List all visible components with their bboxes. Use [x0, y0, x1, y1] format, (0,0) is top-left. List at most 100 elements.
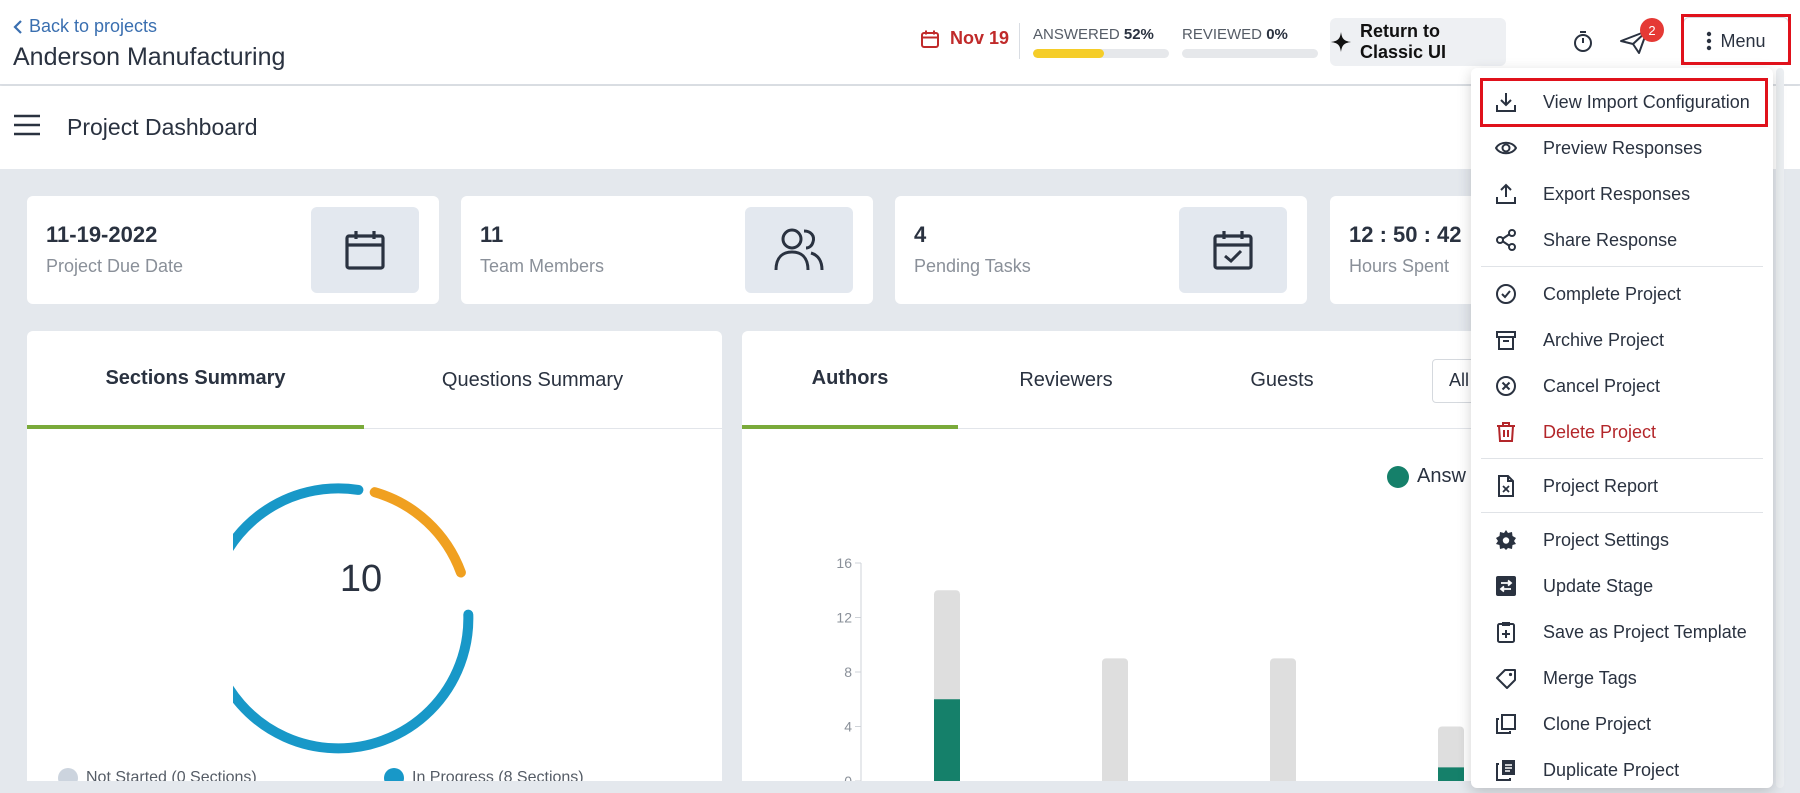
stat-value: 11-19-2022 [46, 222, 158, 247]
menu-item-clone-project[interactable]: Clone Project [1471, 703, 1773, 745]
legend-not-started: Not Started (0 Sections) [58, 768, 257, 781]
legend-label: In Progress (8 Sections) [412, 769, 584, 781]
menu-item-project-settings[interactable]: Project Settings [1471, 519, 1773, 561]
stat-value: 4 [914, 222, 927, 247]
menu-item-label: Save as Project Template [1543, 621, 1747, 642]
menu-item-complete-project[interactable]: Complete Project [1471, 273, 1773, 315]
stat-value: 12 : 50 : 42 [1349, 222, 1462, 247]
menu-button[interactable]: Menu [1683, 17, 1789, 65]
chart-legend-answered: Answ [1387, 465, 1466, 488]
stat-label: Team Members [480, 256, 605, 276]
legend-label: Answ [1417, 465, 1466, 487]
bar-total [1270, 658, 1296, 781]
project-name: Anderson Manufacturing [13, 43, 286, 71]
menu-item-share-response[interactable]: Share Response [1471, 219, 1773, 261]
menu-item-label: Export Responses [1543, 183, 1691, 204]
bar-total [1102, 658, 1128, 781]
due-date-label: Nov 19 [950, 28, 1010, 48]
menu-item-view-import-configuration[interactable]: View Import Configuration [1471, 81, 1773, 123]
menu-item-update-stage[interactable]: Update Stage [1471, 565, 1773, 607]
sparkle-icon [1330, 31, 1352, 53]
due-date-indicator: Nov 19 [920, 28, 1009, 49]
legend-dot [1387, 465, 1409, 488]
author-progress-bar-chart: 16 12 8 4 0 [836, 555, 1464, 781]
y-tick-label: 16 [836, 555, 852, 571]
reviewed-progress: REVIEWED 0% [1182, 26, 1318, 58]
project-actions-menu: View Import Configuration Preview Respon… [1471, 68, 1773, 788]
menu-item-archive-project[interactable]: Archive Project [1471, 319, 1773, 361]
menu-item-label: Merge Tags [1543, 667, 1637, 688]
archive-icon [1495, 329, 1517, 351]
swap-icon [1495, 575, 1517, 597]
legend-dot [384, 768, 404, 781]
stat-card-due-date: 11-19-2022 Project Due Date [27, 196, 439, 304]
stat-card-team-members: 11 Team Members [461, 196, 873, 304]
header-divider [1019, 23, 1020, 59]
menu-label: Menu [1720, 30, 1766, 51]
team-tabs: Authors Reviewers Guests [742, 331, 1502, 429]
clipboard-plus-icon [1495, 621, 1517, 643]
gear-icon [1495, 529, 1517, 551]
tab-guests[interactable]: Guests [1174, 331, 1390, 429]
reviewed-track [1182, 49, 1318, 58]
kebab-icon [1706, 31, 1712, 51]
menu-item-label: Share Response [1543, 229, 1678, 250]
timer-icon[interactable] [1571, 29, 1595, 53]
y-tick-label: 8 [844, 664, 852, 680]
donut-segment-other [369, 487, 466, 578]
menu-item-preview-responses[interactable]: Preview Responses [1471, 127, 1773, 169]
menu-scrollbar[interactable] [1776, 68, 1784, 788]
duplicate-icon [1495, 759, 1517, 781]
tab-authors[interactable]: Authors [742, 331, 958, 429]
menu-item-duplicate-project[interactable]: Duplicate Project [1471, 749, 1773, 791]
stat-value: 11 [480, 222, 504, 247]
answered-fill [1033, 49, 1104, 58]
menu-item-label: Duplicate Project [1543, 759, 1680, 780]
y-tick-label: 4 [844, 719, 852, 735]
check-circle-icon [1495, 283, 1517, 305]
donut-total: 10 [340, 558, 382, 600]
menu-item-delete-project[interactable]: Delete Project [1471, 411, 1773, 453]
menu-item-merge-tags[interactable]: Merge Tags [1471, 657, 1773, 699]
chevron-left-icon [13, 19, 23, 34]
legend-in-progress: In Progress (8 Sections) [384, 768, 584, 781]
stat-label: Project Due Date [46, 256, 184, 276]
summary-tabs: Sections Summary Questions Summary [27, 331, 722, 429]
answered-track [1033, 49, 1169, 58]
bar-answered [934, 699, 960, 781]
tab-reviewers[interactable]: Reviewers [958, 331, 1174, 429]
eye-icon [1495, 137, 1517, 159]
sections-summary-panel: Sections Summary Questions Summary 10 No… [27, 331, 722, 781]
menu-item-label: View Import Configuration [1543, 91, 1750, 112]
tag-icon [1495, 667, 1517, 689]
calendar-check-icon [1211, 228, 1255, 272]
tab-sections-summary[interactable]: Sections Summary [27, 331, 364, 429]
menu-item-label: Archive Project [1543, 329, 1665, 350]
page-title: Project Dashboard [67, 114, 258, 140]
trash-icon [1495, 421, 1517, 443]
menu-item-save-as-project-template[interactable]: Save as Project Template [1471, 611, 1773, 653]
x-circle-icon [1495, 375, 1517, 397]
legend-dot [58, 768, 78, 781]
calendar-icon [920, 29, 940, 49]
menu-item-label: Project Report [1543, 475, 1659, 496]
copy-icon [1495, 713, 1517, 735]
reviewed-label: REVIEWED [1182, 26, 1263, 43]
menu-item-label: Delete Project [1543, 421, 1657, 442]
menu-item-project-report[interactable]: Project Report [1471, 465, 1773, 507]
return-to-classic-ui-button[interactable]: Return to Classic UI [1330, 18, 1506, 66]
menu-item-export-responses[interactable]: Export Responses [1471, 173, 1773, 215]
hamburger-menu-icon[interactable] [14, 114, 40, 136]
stat-icon-box [311, 207, 419, 293]
team-progress-panel: Authors Reviewers Guests All Answ 16 12 8 4… [742, 331, 1502, 781]
menu-item-cancel-project[interactable]: Cancel Project [1471, 365, 1773, 407]
menu-item-label: Cancel Project [1543, 375, 1661, 396]
menu-item-label: Clone Project [1543, 713, 1652, 734]
back-to-projects-link[interactable]: Back to projects [13, 16, 157, 37]
tab-questions-summary[interactable]: Questions Summary [364, 331, 701, 429]
sections-donut-chart: 10 [233, 483, 474, 754]
calendar-icon [343, 228, 387, 272]
y-tick-label: 12 [836, 610, 852, 626]
menu-item-label: Complete Project [1543, 283, 1682, 304]
answered-label: ANSWERED [1033, 26, 1120, 43]
